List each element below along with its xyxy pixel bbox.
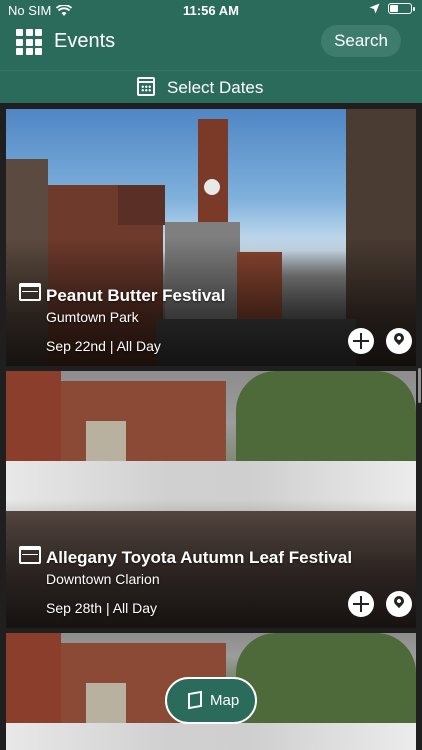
event-title: Peanut Butter Festival	[46, 286, 226, 305]
map-pin-icon	[391, 593, 407, 609]
grid-icon[interactable]	[16, 29, 42, 55]
battery-fill	[390, 5, 398, 12]
tents-shape	[6, 723, 416, 750]
select-dates-label: Select Dates	[167, 78, 264, 97]
map-pin-icon	[391, 330, 407, 346]
event-location-button[interactable]	[386, 328, 412, 354]
map-icon	[188, 690, 202, 710]
calendar-icon	[137, 77, 155, 96]
event-venue: Downtown Clarion	[46, 571, 160, 587]
app-bar: Events Search	[0, 22, 422, 70]
status-bar: No SIM 11:56 AM	[0, 0, 422, 22]
search-button[interactable]: Search	[321, 25, 401, 57]
map-button[interactable]: Map	[165, 677, 257, 724]
select-dates-bar[interactable]: Select Dates	[0, 70, 422, 103]
map-button-label: Map	[210, 692, 240, 709]
event-calendar-icon	[19, 546, 41, 564]
status-time: 11:56 AM	[183, 3, 239, 18]
location-arrow-icon	[369, 3, 380, 14]
event-title: Allegany Toyota Autumn Leaf Festival	[46, 548, 353, 567]
event-card[interactable]: Peanut Butter Festival Gumtown Park Sep …	[6, 109, 416, 366]
add-event-button[interactable]	[348, 591, 374, 617]
event-venue: Gumtown Park	[46, 309, 139, 325]
event-calendar-icon	[19, 283, 41, 301]
battery-icon	[388, 3, 415, 14]
event-card[interactable]: Allegany Toyota Autumn Leaf Festival Dow…	[6, 371, 416, 628]
event-date: Sep 28th | All Day	[46, 600, 158, 616]
status-right	[369, 3, 415, 14]
scroll-indicator[interactable]	[418, 368, 421, 403]
add-event-button[interactable]	[348, 328, 374, 354]
event-date: Sep 22nd | All Day	[46, 338, 161, 354]
event-location-button[interactable]	[386, 591, 412, 617]
page-title: Events	[54, 30, 116, 52]
